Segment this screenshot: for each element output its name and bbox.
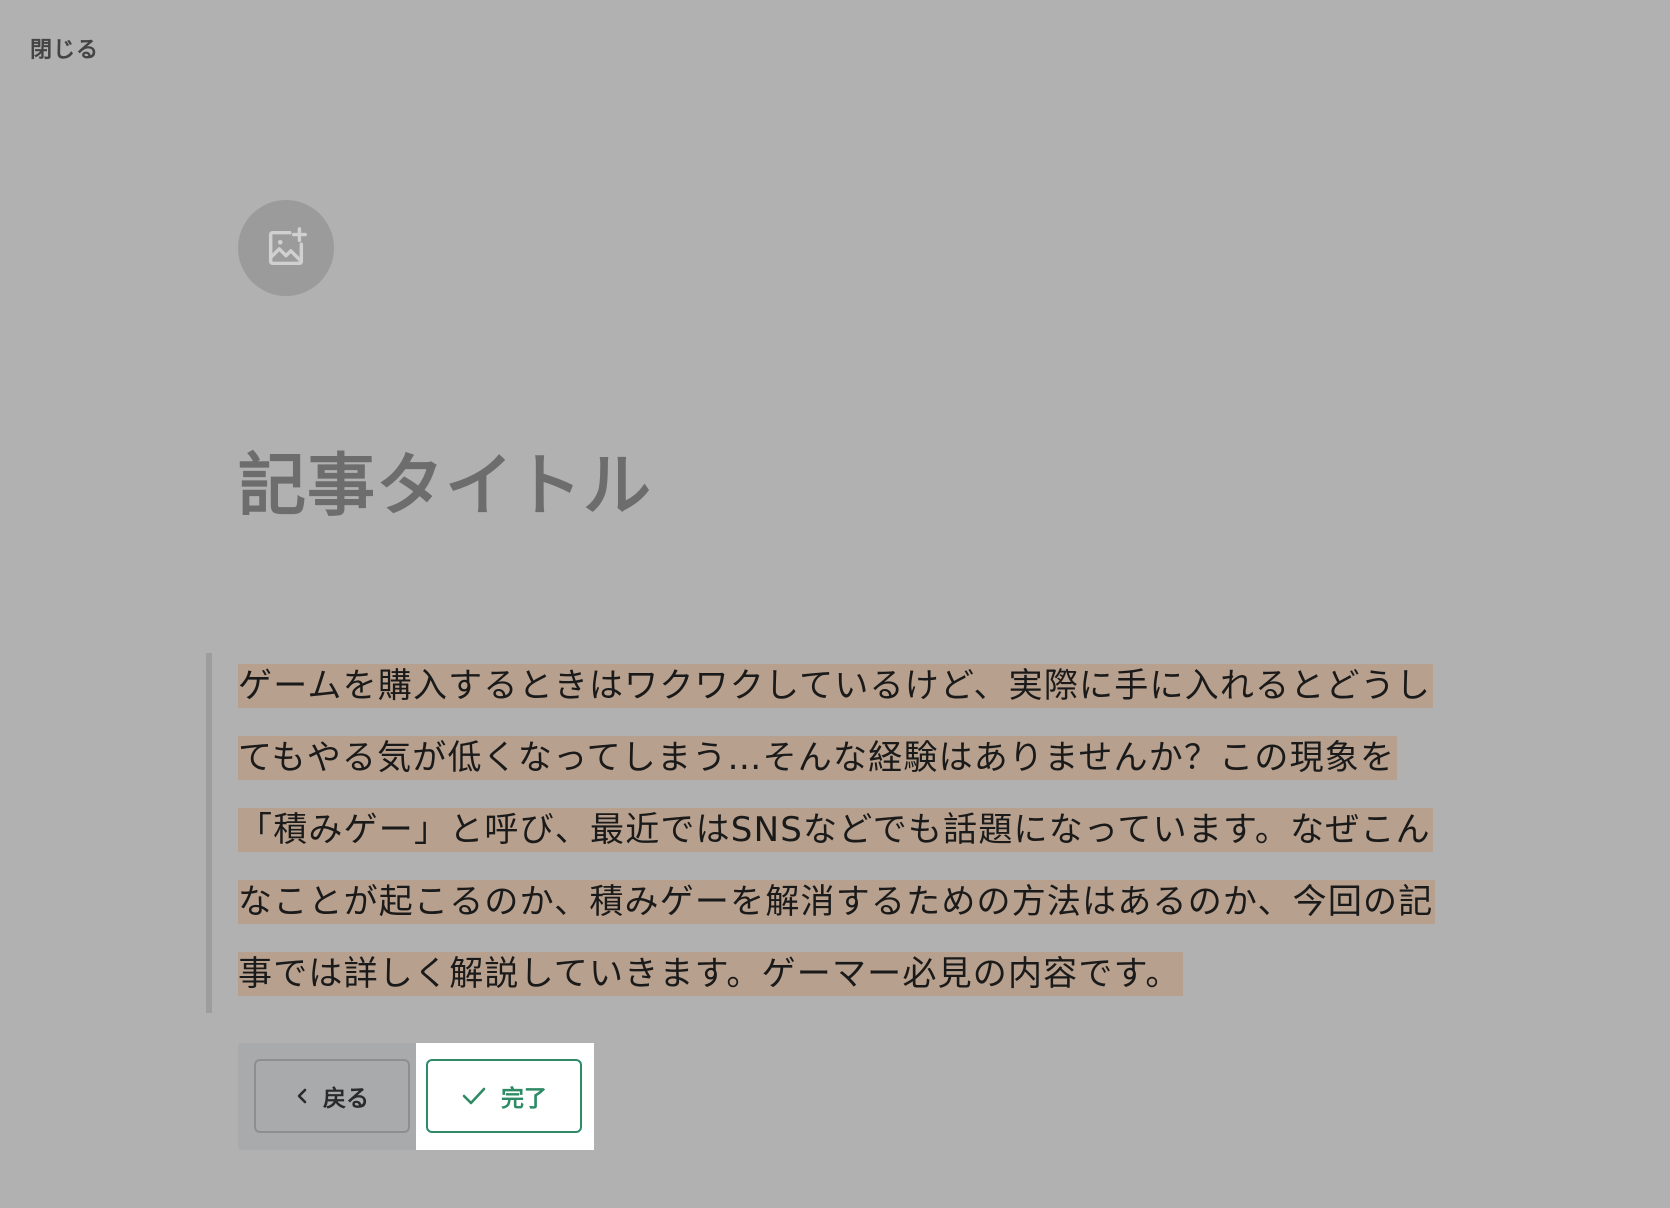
body-line: 事では詳しく解説していきます。ゲーマー必見の内容です。 [238, 952, 1468, 1024]
back-button[interactable]: 戻る [254, 1059, 410, 1133]
body-line: ゲームを購入するときはワクワクしているけど、実際に手に入れるとどうし [238, 664, 1468, 736]
chevron-left-icon [297, 1088, 307, 1104]
close-button[interactable]: 閉じる [30, 32, 99, 64]
add-cover-image-button[interactable] [238, 200, 334, 296]
quote-bar [206, 653, 212, 1013]
body-line: 「積みゲー」と呼び、最近ではSNSなどでも話題になっています。なぜこん [238, 808, 1468, 880]
body-line-text: ゲームを購入するときはワクワクしているけど、実際に手に入れるとどうし [238, 664, 1434, 708]
body-line-text: てもやる気が低くなってしまう…そんな経験はありませんか？この現象を [238, 736, 1398, 780]
body-line-text: なことが起こるのか、積みゲーを解消するための方法はあるのか、今回の記 [238, 880, 1436, 924]
body-line: なことが起こるのか、積みゲーを解消するための方法はあるのか、今回の記 [238, 880, 1468, 952]
back-button-label: 戻る [323, 1086, 369, 1112]
check-icon [462, 1087, 486, 1105]
image-plus-icon [268, 227, 307, 266]
article-title[interactable]: 記事タイトル [238, 442, 652, 532]
body-line: てもやる気が低くなってしまう…そんな経験はありませんか？この現象を [238, 736, 1468, 808]
body-line-text: 事では詳しく解説していきます。ゲーマー必見の内容です。 [238, 952, 1183, 996]
done-button[interactable]: 完了 [426, 1059, 582, 1133]
done-button-label: 完了 [501, 1086, 547, 1112]
body-line-text: 「積みゲー」と呼び、最近ではSNSなどでも話題になっています。なぜこん [238, 808, 1433, 852]
article-body[interactable]: ゲームを購入するときはワクワクしているけど、実際に手に入れるとどうし てもやる気… [238, 664, 1468, 1024]
